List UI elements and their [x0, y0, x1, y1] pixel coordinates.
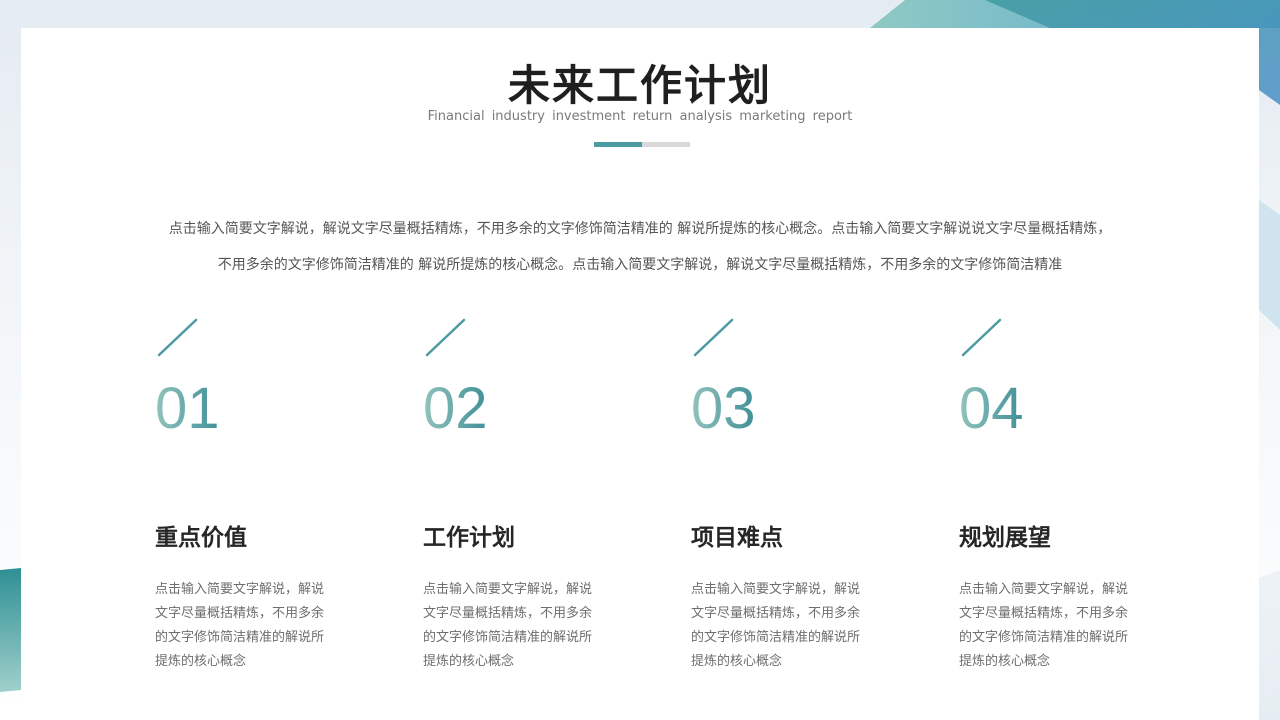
plan-column-3: 03 项目难点 点击输入简要文字解说，解说文字尽量概括精炼，不用多余的文字修饰简… [691, 318, 891, 669]
column-description: 点击输入简要文字解说，解说文字尽量概括精炼，不用多余的文字修饰简洁精准的解说所提… [691, 582, 861, 669]
slide-title: 未来工作计划 [507, 61, 772, 110]
slide-subtitle: Financial industry investment return ana… [427, 109, 853, 124]
left-edge-shape [0, 568, 21, 692]
slash-decoration-icon [425, 318, 466, 357]
column-description: 点击输入简要文字解说，解说文字尽量概括精炼，不用多余的文字修饰简洁精准的解说所提… [155, 582, 325, 669]
title-divider [594, 142, 690, 147]
column-number: 02 [423, 376, 488, 441]
column-number: 04 [959, 376, 1024, 441]
column-number: 03 [691, 376, 756, 441]
plan-column-4: 04 规划展望 点击输入简要文字解说，解说文字尽量概括精炼，不用多余的文字修饰简… [959, 318, 1159, 669]
column-title: 工作计划 [423, 525, 515, 551]
column-title: 规划展望 [959, 525, 1051, 551]
column-number: 01 [155, 376, 220, 441]
column-description: 点击输入简要文字解说，解说文字尽量概括精炼，不用多余的文字修饰简洁精准的解说所提… [423, 582, 593, 669]
title-divider-accent [594, 142, 642, 147]
column-title: 重点价值 [155, 525, 247, 551]
column-title: 项目难点 [691, 525, 783, 551]
slash-decoration-icon [157, 318, 198, 357]
slash-decoration-icon [693, 318, 734, 357]
slash-decoration-icon [961, 318, 1002, 357]
plan-column-1: 01 重点价值 点击输入简要文字解说，解说文字尽量概括精炼，不用多余的文字修饰简… [155, 318, 355, 669]
intro-text-line-1: 点击输入简要文字解说，解说文字尽量概括精炼，不用多余的文字修饰简洁精准的 解说所… [168, 221, 1112, 237]
right-edge-shape [1259, 200, 1280, 330]
intro-text-line-2: 不用多余的文字修饰简洁精准的 解说所提炼的核心概念。点击输入简要文字解说，解说文… [217, 257, 1063, 273]
slide-canvas: 未来工作计划 Financial industry investment ret… [21, 28, 1259, 720]
column-description: 点击输入简要文字解说，解说文字尽量概括精炼，不用多余的文字修饰简洁精准的解说所提… [959, 582, 1129, 669]
plan-column-2: 02 工作计划 点击输入简要文字解说，解说文字尽量概括精炼，不用多余的文字修饰简… [423, 318, 623, 669]
